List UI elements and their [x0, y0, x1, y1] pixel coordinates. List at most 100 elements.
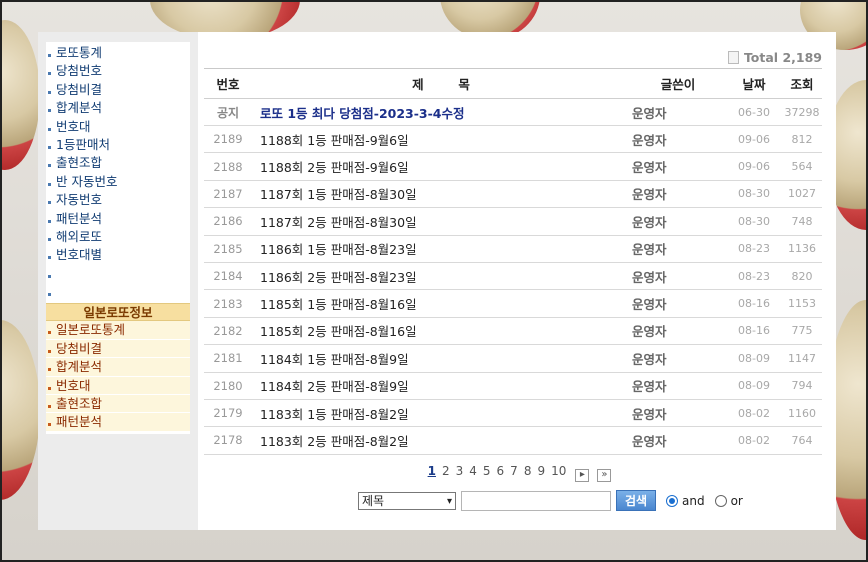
row-title-link[interactable]: 1184회 1등 판매점-8월9일 [252, 349, 630, 368]
radio-or[interactable]: or [714, 494, 743, 508]
header-title: 제 목 [412, 77, 470, 92]
table-row[interactable]: 2189 1188회 1등 판매점-9월6일 운영자 09-06 812 [204, 126, 822, 154]
row-views: 820 [791, 269, 813, 283]
row-writer: 운영자 [632, 297, 667, 313]
jp-menu-item[interactable]: 패턴분석 [46, 413, 190, 432]
row-num: 2186 [213, 214, 243, 229]
jp-menu-item[interactable]: 당첨비결 [46, 339, 190, 359]
table-row[interactable]: 2181 1184회 1등 판매점-8월9일 운영자 08-09 1147 [204, 345, 822, 373]
sidebar-item[interactable]: 당첨비결 [46, 81, 190, 99]
page-link[interactable]: 3 [456, 464, 464, 478]
table-row[interactable]: 2182 1185회 2등 판매점-8월16일 운영자 08-16 775 [204, 318, 822, 346]
bullet-icon [48, 54, 51, 57]
total-value: 2,189 [782, 50, 822, 65]
notice-title-link[interactable]: 로또 1등 최다 당첨점-2023-3-4수정 [252, 103, 630, 122]
sidebar-item[interactable]: 반 자동번호 [46, 173, 190, 191]
bullet-icon [48, 386, 51, 390]
row-num: 2187 [213, 186, 243, 201]
sidebar-item-label: 자동번호 [56, 192, 103, 208]
row-title-link[interactable]: 1186회 1등 판매점-8월23일 [252, 239, 630, 258]
page-link[interactable]: 4 [469, 464, 477, 478]
page-link[interactable]: 7 [510, 464, 518, 478]
jp-menu-item[interactable]: 출현조합 [46, 395, 190, 414]
page-link[interactable]: 9 [537, 464, 545, 478]
row-title-link[interactable]: 1183회 1등 판매점-8월2일 [252, 404, 630, 423]
sidebar-item[interactable] [46, 283, 190, 301]
table-header: 번호 제 목 글쓴이 날짜 조회 [204, 69, 822, 99]
row-title-link[interactable]: 1188회 1등 판매점-9월6일 [252, 130, 630, 149]
page-link[interactable]: 8 [524, 464, 532, 478]
table-row[interactable]: 2183 1185회 1등 판매점-8월16일 운영자 08-16 1153 [204, 290, 822, 318]
table-row[interactable]: 2180 1184회 2등 판매점-8월9일 운영자 08-09 794 [204, 373, 822, 400]
radio-and[interactable]: and [666, 494, 705, 508]
sidebar-item-label: 로또통계 [56, 45, 103, 60]
row-title-link[interactable]: 1184회 2등 판매점-8월9일 [252, 376, 630, 395]
row-writer: 운영자 [632, 269, 667, 285]
table-row[interactable]: 2178 1183회 2등 판매점-8월2일 운영자 08-02 764 [204, 427, 822, 455]
jp-menu-item[interactable]: 번호대 [46, 376, 190, 396]
row-num: 2181 [213, 351, 243, 366]
radio-and-icon [666, 494, 678, 507]
jp-menu: 일본로또통계 당첨비결 합계분석번호대출현조합 패턴분석 [46, 321, 190, 432]
jp-menu-item[interactable]: 합계분석 [46, 358, 190, 377]
row-title-link[interactable]: 1185회 1등 판매점-8월16일 [252, 294, 630, 313]
sidebar-item[interactable] [46, 265, 190, 283]
bullet-icon [48, 182, 51, 186]
sidebar-item-label: 합계분석 [56, 100, 103, 116]
search-button[interactable]: 검색 [616, 490, 656, 511]
row-title-link[interactable]: 1188회 2등 판매점-9월6일 [252, 157, 630, 176]
sidebar-item[interactable]: 출현조합 [46, 154, 190, 172]
row-writer: 운영자 [632, 214, 667, 230]
last-page-icon[interactable]: » [597, 469, 612, 482]
sidebar-item[interactable]: 1등판매처 [46, 136, 190, 154]
row-date: 09-06 [738, 160, 770, 174]
row-date: 08-02 [738, 406, 770, 420]
board-table: 번호 제 목 글쓴이 날짜 조회 공지 로또 1등 최다 당첨점-2023-3-… [204, 68, 822, 455]
row-views: 764 [791, 433, 813, 447]
notice-label: 공지 [216, 105, 240, 120]
page-link[interactable]: 2 [442, 464, 450, 478]
row-title-link[interactable]: 1187회 1등 판매점-8월30일 [252, 184, 630, 203]
sidebar-item[interactable]: 번호대별 [46, 246, 190, 264]
sidebar-item-label: 패턴분석 [56, 210, 103, 226]
search-input[interactable] [461, 490, 611, 511]
table-row[interactable]: 2185 1186회 1등 판매점-8월23일 운영자 08-23 1136 [204, 236, 822, 263]
sidebar-item-label: 1등판매처 [56, 136, 110, 152]
row-num: 2188 [213, 159, 243, 174]
sidebar-item[interactable]: 자동번호 [46, 191, 190, 209]
row-title-link[interactable]: 1187회 2등 판매점-8월30일 [252, 212, 630, 231]
sidebar-item-label: 당첨번호 [56, 63, 103, 79]
page-link[interactable]: 5 [483, 464, 491, 478]
jp-menu-item[interactable]: 일본로또통계 [46, 321, 190, 340]
sidebar-item[interactable]: 합계분석 [46, 99, 190, 117]
next-page-icon[interactable]: ▸ [575, 469, 590, 482]
jp-menu-item-label: 합계분석 [56, 359, 103, 375]
table-row[interactable]: 2188 1188회 2등 판매점-9월6일 운영자 09-06 564 [204, 153, 822, 181]
sidebar-item[interactable]: 당첨번호 [46, 62, 190, 80]
row-title-link[interactable]: 1183회 2등 판매점-8월2일 [252, 431, 630, 450]
sidebar-item-label: 해외로또 [56, 228, 103, 244]
document-icon [727, 51, 739, 64]
jp-menu-item-label: 번호대 [56, 377, 91, 393]
jp-menu-item-label: 패턴분석 [56, 414, 103, 430]
notice-row[interactable]: 공지 로또 1등 최다 당첨점-2023-3-4수정 운영자 06-30 372… [204, 99, 822, 126]
page-link[interactable]: 10 [551, 464, 566, 478]
bullet-icon [48, 90, 51, 94]
row-title-link[interactable]: 1185회 2등 판매점-8월16일 [252, 321, 630, 340]
sidebar-item[interactable]: 로또통계 [46, 44, 190, 62]
table-row[interactable]: 2179 1183회 1등 판매점-8월2일 운영자 08-02 1160 [204, 400, 822, 428]
notice-writer: 운영자 [632, 105, 667, 121]
row-writer: 운영자 [632, 132, 667, 148]
row-writer: 운영자 [632, 379, 667, 395]
table-row[interactable]: 2186 1187회 2등 판매점-8월30일 운영자 08-30 748 [204, 208, 822, 236]
table-row[interactable]: 2184 1186회 2등 판매점-8월23일 운영자 08-23 820 [204, 263, 822, 291]
sidebar-item[interactable]: 번호대 [46, 118, 190, 136]
header-writer: 글쓴이 [660, 77, 696, 92]
sidebar-item[interactable]: 해외로또 [46, 228, 190, 246]
table-row[interactable]: 2187 1187회 1등 판매점-8월30일 운영자 08-30 1027 [204, 181, 822, 209]
search-field-select[interactable]: 제목 ▾ [358, 491, 456, 510]
row-title-link[interactable]: 1186회 2등 판매점-8월23일 [252, 267, 630, 286]
page-link[interactable]: 6 [497, 464, 505, 478]
page-link[interactable]: 1 [428, 464, 436, 478]
sidebar-item[interactable]: 패턴분석 [46, 210, 190, 228]
